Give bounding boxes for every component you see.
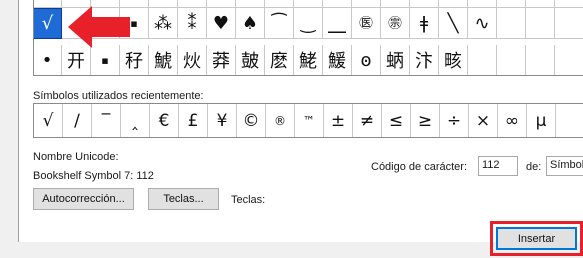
unicode-name-label: Nombre Unicode:: [33, 151, 119, 163]
symbol-dialog: √ --- ▪ ⁂ ⁑ ♥ ♠ ⁀ ‿ ⎽ ㊩ ㊪ ǂ ╲ ∿ • 开 ▪ 秄 …: [0, 0, 583, 258]
symbol-cell[interactable]: [555, 8, 583, 39]
symbol-cell[interactable]: 鯱: [149, 45, 178, 76]
recent-symbols-label: Símbolos utilizados recientemente:: [33, 90, 204, 102]
symbol-cell[interactable]: [352, 0, 381, 8]
recent-symbol[interactable]: ≠: [353, 104, 382, 137]
symbol-cell[interactable]: [149, 0, 178, 8]
insert-button[interactable]: Insertar: [496, 227, 577, 250]
symbol-cell[interactable]: [410, 0, 439, 8]
from-select[interactable]: Símbolo: [546, 156, 583, 176]
symbol-cell[interactable]: [555, 45, 583, 76]
symbol-cell[interactable]: ♥: [207, 8, 236, 39]
symbol-cell[interactable]: ‿: [294, 8, 323, 39]
recent-symbol[interactable]: £: [179, 104, 208, 137]
symbol-cell[interactable]: ⁀: [265, 8, 294, 39]
recent-symbol[interactable]: €: [150, 104, 179, 137]
recent-symbol[interactable]: ×: [469, 104, 498, 137]
symbol-cell[interactable]: ㊩: [352, 8, 381, 39]
symbol-cell[interactable]: 开: [62, 45, 91, 76]
symbol-cell[interactable]: ♠: [236, 8, 265, 39]
symbol-cell[interactable]: [497, 0, 526, 8]
symbol-cell[interactable]: ꙩ: [352, 45, 381, 76]
symbol-cell[interactable]: 畡: [439, 45, 468, 76]
symbol-cell[interactable]: [323, 0, 352, 8]
symbol-cell[interactable]: ╲: [439, 8, 468, 39]
symbol-cell[interactable]: [265, 0, 294, 8]
symbol-cell[interactable]: ǂ: [410, 8, 439, 39]
symbol-cell[interactable]: ㊪: [381, 8, 410, 39]
recent-symbol[interactable]: ∞: [498, 104, 527, 137]
recent-symbol[interactable]: ™: [295, 104, 324, 137]
symbol-cell[interactable]: [33, 0, 62, 8]
recent-symbol[interactable]: ÷: [440, 104, 469, 137]
symbol-cell[interactable]: ∿: [468, 8, 497, 39]
grid-border-left: [33, 0, 34, 76]
recent-symbol[interactable]: ≤: [382, 104, 411, 137]
symbol-cell[interactable]: •: [33, 45, 62, 76]
recent-symbol[interactable]: ©: [237, 104, 266, 137]
symbol-cell[interactable]: 莽: [207, 45, 236, 76]
unicode-name-value: Bookshelf Symbol 7: 112: [33, 170, 154, 182]
symbol-cell[interactable]: 麽: [265, 45, 294, 76]
grid-border-bottom: [33, 75, 583, 76]
symbol-cell[interactable]: [468, 45, 497, 76]
symbol-cell[interactable]: [497, 45, 526, 76]
symbol-cell[interactable]: [526, 45, 555, 76]
symbol-cell[interactable]: ⁑: [178, 8, 207, 39]
symbol-cell[interactable]: ⁂: [149, 8, 178, 39]
symbol-cell[interactable]: [236, 0, 265, 8]
recent-symbol[interactable]: ≥: [411, 104, 440, 137]
recent-symbol[interactable]: ®: [266, 104, 295, 137]
symbol-cell[interactable]: [294, 0, 323, 8]
recent-symbol[interactable]: [556, 104, 583, 137]
symbol-cell[interactable]: 鰀: [323, 45, 352, 76]
recent-symbol[interactable]: ±: [324, 104, 353, 137]
symbol-cell[interactable]: [207, 0, 236, 8]
symbol-cell[interactable]: 鮱: [294, 45, 323, 76]
recent-symbol[interactable]: ‾: [92, 104, 121, 137]
symbol-cell[interactable]: [555, 0, 583, 8]
recent-symbols-row[interactable]: √ ∕ ‾ ‸ € £ ¥ © ® ™ ± ≠ ≤ ≥ ÷ × ∞ µ: [33, 103, 583, 138]
symbol-cell[interactable]: ▪: [91, 45, 120, 76]
symbol-cell[interactable]: [468, 0, 497, 8]
recent-symbol[interactable]: √: [34, 104, 63, 137]
recent-symbol[interactable]: ‸: [121, 104, 150, 137]
symbol-cell[interactable]: [497, 8, 526, 39]
character-code-label: Código de carácter:: [371, 161, 467, 173]
character-code-input[interactable]: 112: [478, 156, 518, 176]
shortcut-keys-button[interactable]: Teclas...: [148, 188, 219, 210]
symbol-cell[interactable]: 汴: [410, 45, 439, 76]
autocorrect-button[interactable]: Autocorrección...: [33, 188, 134, 210]
symbol-cell[interactable]: 蛃: [381, 45, 410, 76]
symbol-cell[interactable]: 炏: [178, 45, 207, 76]
symbol-cell[interactable]: [439, 0, 468, 8]
symbol-cell[interactable]: [178, 0, 207, 8]
symbol-cell[interactable]: [381, 0, 410, 8]
symbol-cell[interactable]: 皷: [236, 45, 265, 76]
symbol-cell[interactable]: 秄: [120, 45, 149, 76]
from-label: de:: [526, 161, 542, 173]
symbol-cell[interactable]: [526, 0, 555, 8]
symbol-cell-selected[interactable]: √: [33, 8, 62, 39]
recent-symbol[interactable]: ∕: [63, 104, 92, 137]
red-arrow-icon: [68, 6, 130, 48]
symbol-cell[interactable]: ⎽: [323, 8, 352, 39]
shortcut-keys-label: Teclas:: [231, 194, 266, 206]
dialog-left-border: [18, 0, 19, 242]
recent-symbol[interactable]: µ: [527, 104, 556, 137]
recent-symbol[interactable]: ¥: [208, 104, 237, 137]
symbol-cell[interactable]: [526, 8, 555, 39]
